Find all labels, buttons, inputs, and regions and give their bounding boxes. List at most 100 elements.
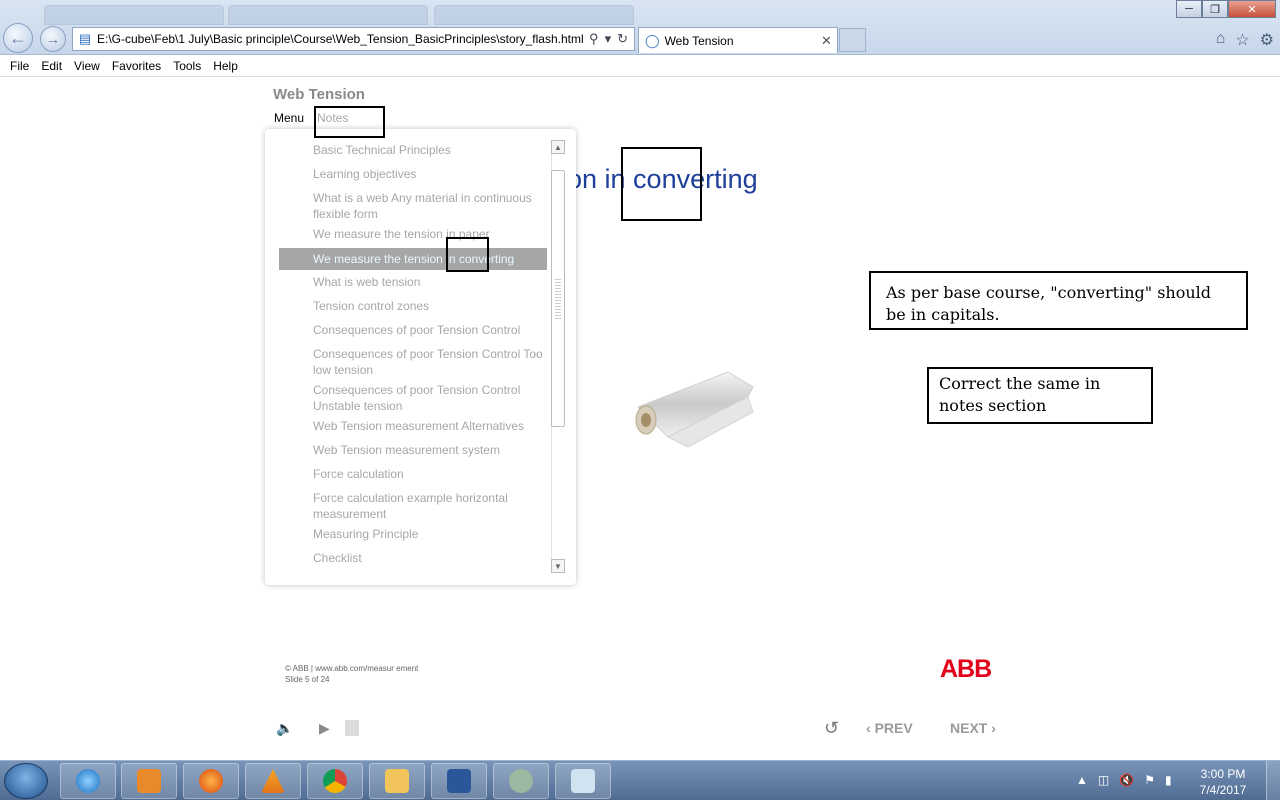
background-tab[interactable] bbox=[228, 5, 428, 25]
menu-item[interactable]: Web Tension measurement system bbox=[313, 442, 548, 458]
notepad-icon bbox=[571, 769, 595, 793]
page-content: Web Tension Menu Notes on in converting … bbox=[0, 77, 1280, 760]
taskbar-firefox[interactable] bbox=[183, 763, 239, 799]
home-icon[interactable]: ⌂ bbox=[1216, 30, 1226, 50]
menu-favorites[interactable]: Favorites bbox=[106, 59, 167, 73]
maximize-button[interactable]: ❐ bbox=[1202, 0, 1228, 18]
copyright-text: © ABB | www.abb.com/measur ement bbox=[285, 664, 419, 673]
url-text[interactable]: E:\G-cube\Feb\1 July\Basic principle\Cou… bbox=[97, 32, 589, 46]
slide-footer: © ABB | www.abb.com/measur ement Slide 5… bbox=[285, 663, 418, 685]
favorites-star-icon[interactable]: ☆ bbox=[1235, 30, 1249, 50]
next-button[interactable]: NEXT › bbox=[950, 720, 996, 736]
system-tray: ▲ ◫ 🔇 ⚑ ▮ bbox=[1076, 773, 1172, 787]
annotation-note-notes-section: Correct the same in notes section bbox=[927, 367, 1153, 424]
taskbar-app[interactable] bbox=[555, 763, 611, 799]
taskbar-media[interactable] bbox=[121, 763, 177, 799]
annotation-highlight-menu-item bbox=[446, 237, 489, 272]
abb-logo: ABB bbox=[940, 655, 992, 683]
address-bar[interactable]: ▤ E:\G-cube\Feb\1 July\Basic principle\C… bbox=[72, 27, 635, 51]
taskbar: ▲ ◫ 🔇 ⚑ ▮ 3:00 PM 7/4/2017 bbox=[0, 760, 1280, 801]
background-tab[interactable] bbox=[434, 5, 634, 25]
restore-icon: ❐ bbox=[1210, 3, 1220, 16]
course-title: Web Tension bbox=[273, 86, 365, 103]
active-tab[interactable]: ◯ Web Tension ✕ bbox=[638, 27, 838, 53]
search-icon[interactable]: ⚲ bbox=[589, 31, 599, 47]
taskbar-explorer[interactable] bbox=[369, 763, 425, 799]
menu-help[interactable]: Help bbox=[207, 59, 244, 73]
browser-chrome: ← → ▤ E:\G-cube\Feb\1 July\Basic princip… bbox=[0, 0, 1280, 55]
minimize-button[interactable]: ─ bbox=[1176, 0, 1202, 18]
taskbar-vlc[interactable] bbox=[245, 763, 301, 799]
menu-view[interactable]: View bbox=[68, 59, 106, 73]
menu-edit[interactable]: Edit bbox=[35, 59, 68, 73]
volume-muted-icon[interactable]: 🔇 bbox=[1119, 773, 1134, 787]
media-player-icon bbox=[137, 769, 161, 793]
volume-icon[interactable]: 🔈 bbox=[276, 720, 293, 737]
foil-roll-image bbox=[635, 371, 754, 448]
next-label: NEXT bbox=[950, 720, 988, 736]
device-icon[interactable]: ◫ bbox=[1098, 773, 1109, 787]
settings-gear-icon[interactable]: ⚙ bbox=[1260, 30, 1274, 50]
ie-logo-icon: ◯ bbox=[645, 32, 660, 48]
menu-item[interactable]: Tension control zones bbox=[313, 298, 548, 314]
menu-item[interactable]: Basic Technical Principles bbox=[313, 142, 548, 158]
close-button[interactable]: ✕ bbox=[1228, 0, 1276, 18]
new-tab-button[interactable] bbox=[839, 28, 866, 52]
refresh-icon[interactable]: ↻ bbox=[617, 31, 628, 47]
taskbar-ie[interactable] bbox=[60, 763, 116, 799]
seekbar-handle[interactable] bbox=[345, 720, 359, 736]
tab-title: Web Tension bbox=[664, 33, 734, 48]
menu-item[interactable]: Checklist bbox=[313, 550, 548, 566]
menu-file[interactable]: File bbox=[4, 59, 35, 73]
scroll-up-icon: ▲ bbox=[554, 142, 562, 152]
play-icon[interactable]: ▶ bbox=[319, 720, 330, 737]
show-hidden-icons-icon[interactable]: ▲ bbox=[1076, 773, 1088, 787]
menu-item[interactable]: What is web tension bbox=[313, 274, 548, 290]
back-arrow-icon: ← bbox=[9, 27, 27, 48]
taskbar-word[interactable] bbox=[431, 763, 487, 799]
menu-panel: Basic Technical Principles Learning obje… bbox=[265, 129, 576, 585]
menu-item[interactable]: Web Tension measurement Alternatives bbox=[313, 418, 548, 434]
back-button[interactable]: ← bbox=[3, 23, 33, 53]
annotation-note-capitalization: As per base course, "converting" should … bbox=[869, 271, 1248, 330]
taskbar-chrome[interactable] bbox=[307, 763, 363, 799]
page-favicon-icon: ▤ bbox=[78, 31, 92, 46]
menu-item[interactable]: Consequences of poor Tension Control Too… bbox=[313, 346, 548, 378]
chrome-icon bbox=[323, 769, 347, 793]
clock[interactable]: 3:00 PM 7/4/2017 bbox=[1193, 766, 1253, 798]
scroll-down-icon: ▼ bbox=[554, 561, 562, 571]
show-desktop-button[interactable] bbox=[1266, 761, 1280, 801]
menu-tools[interactable]: Tools bbox=[167, 59, 207, 73]
replay-icon[interactable]: ↺ bbox=[824, 718, 839, 739]
menu-item[interactable]: Consequences of poor Tension Control bbox=[313, 322, 548, 338]
menu-item-active[interactable]: We measure the tension in converting bbox=[279, 248, 547, 270]
internet-explorer-icon bbox=[76, 769, 100, 793]
network-tool-icon bbox=[509, 769, 533, 793]
menu-item[interactable]: Learning objectives bbox=[313, 166, 548, 182]
menu-item[interactable]: Measuring Principle bbox=[313, 526, 548, 542]
menu-item[interactable]: What is a web Any material in continuous… bbox=[313, 190, 548, 222]
scroll-down-button[interactable]: ▼ bbox=[551, 559, 565, 573]
flag-icon[interactable]: ⚑ bbox=[1144, 773, 1155, 787]
start-button[interactable] bbox=[4, 763, 48, 799]
tab-close-icon[interactable]: ✕ bbox=[821, 33, 837, 49]
menu-item[interactable]: Force calculation bbox=[313, 466, 548, 482]
signal-icon[interactable]: ▮ bbox=[1165, 773, 1172, 787]
background-tabs bbox=[0, 0, 1280, 28]
tab-menu[interactable]: Menu bbox=[274, 111, 304, 125]
dropdown-icon[interactable]: ▾ bbox=[605, 31, 612, 47]
annotation-highlight-heading bbox=[621, 147, 702, 221]
menu-item[interactable]: Consequences of poor Tension Control Uns… bbox=[313, 382, 548, 414]
scroll-up-button[interactable]: ▲ bbox=[551, 140, 565, 154]
menu-item[interactable]: We measure the tension in paper bbox=[313, 226, 548, 242]
clock-time: 3:00 PM bbox=[1200, 767, 1246, 781]
taskbar-app[interactable] bbox=[493, 763, 549, 799]
forward-button[interactable]: → bbox=[40, 26, 66, 52]
vlc-icon bbox=[261, 769, 285, 793]
prev-label: PREV bbox=[874, 720, 913, 736]
background-tab[interactable] bbox=[44, 5, 224, 25]
menu-item[interactable]: Force calculation example horizontal mea… bbox=[313, 490, 548, 522]
close-icon: ✕ bbox=[1247, 3, 1257, 16]
forward-arrow-icon: → bbox=[45, 30, 61, 48]
prev-button[interactable]: ‹ PREV bbox=[866, 720, 913, 736]
